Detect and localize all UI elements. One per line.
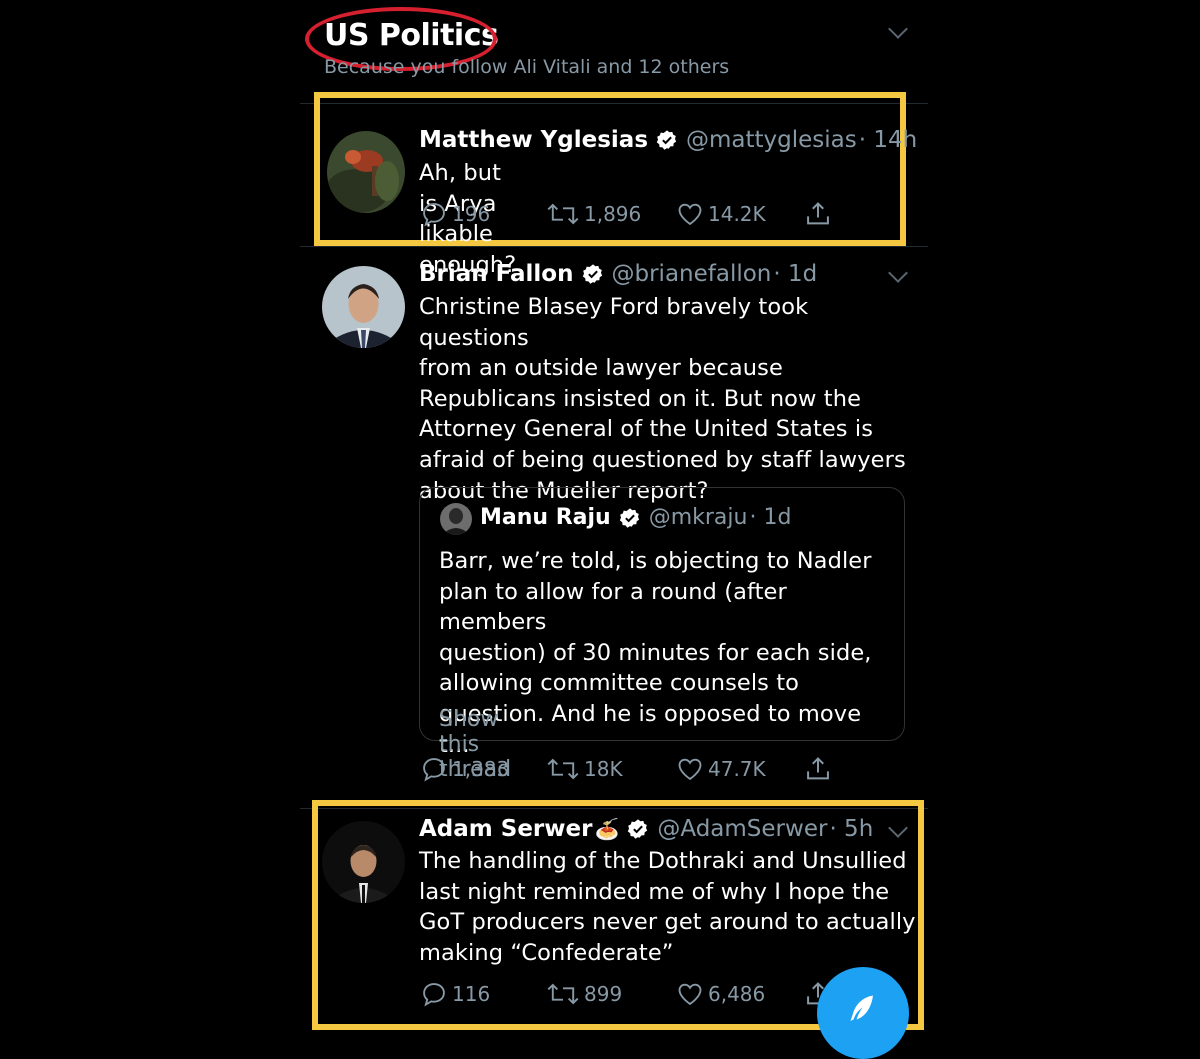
retweet-button[interactable]: 899 (546, 980, 622, 1008)
heart-icon (678, 983, 702, 1006)
reply-count: 196 (452, 202, 491, 226)
tweet-text: Christine Blasey Ford bravely took quest… (419, 294, 906, 504)
reply-button[interactable]: 1,383 (420, 755, 509, 783)
like-count: 14.2K (708, 202, 766, 226)
retweet-icon (547, 983, 579, 1005)
compose-tweet-button[interactable] (817, 967, 909, 1059)
spaghetti-icon: 🍝 (594, 817, 620, 841)
tweet-time: · 1d (773, 261, 818, 287)
author-handle[interactable]: @brianefallon (612, 261, 772, 287)
share-button[interactable] (804, 755, 832, 783)
avatar[interactable] (322, 821, 405, 903)
author-name[interactable]: Adam Serwer (419, 816, 592, 842)
verified-badge-icon (656, 130, 677, 150)
reply-icon (423, 203, 445, 227)
reply-icon (423, 758, 445, 782)
heart-icon (678, 758, 702, 781)
divider (300, 246, 928, 247)
verified-badge-icon (628, 819, 648, 839)
retweet-button[interactable]: 18K (546, 755, 623, 783)
author-name[interactable]: Brian Fallon (419, 261, 574, 287)
tweet-time: · 5h (829, 816, 874, 842)
verified-badge-icon (582, 264, 602, 284)
reply-button[interactable]: 116 (420, 980, 490, 1008)
quote-time: · 1d (749, 505, 792, 530)
like-count: 47.7K (708, 757, 766, 781)
retweet-button[interactable]: 1,896 (546, 200, 641, 228)
share-icon (807, 202, 829, 225)
like-button[interactable]: 6,486 (676, 980, 765, 1008)
reply-count: 116 (452, 982, 491, 1006)
like-button[interactable]: 14.2K (676, 200, 766, 228)
quote-author-handle: @mkraju (648, 505, 748, 530)
heart-icon (678, 203, 702, 226)
retweet-count: 899 (584, 982, 623, 1006)
reply-button[interactable]: 196 (420, 200, 490, 228)
tweet-time: · 14h (858, 127, 918, 153)
like-count: 6,486 (708, 982, 766, 1006)
quote-avatar (440, 503, 472, 535)
like-button[interactable]: 47.7K (676, 755, 766, 783)
retweet-count: 1,896 (584, 202, 642, 226)
retweet-icon (547, 758, 579, 780)
feather-icon (850, 995, 873, 1021)
share-button[interactable] (804, 200, 832, 228)
verified-badge-icon (619, 507, 639, 528)
author-name[interactable]: Matthew Yglesias (419, 127, 648, 153)
tweet-text: The handling of the Dothraki and Unsulli… (419, 848, 916, 966)
author-handle[interactable]: @mattyglesias (686, 127, 857, 153)
quote-author-name: Manu Raju (480, 505, 611, 530)
avatar[interactable] (322, 266, 405, 348)
chevron-down-icon[interactable] (888, 19, 908, 39)
share-icon (807, 757, 829, 780)
topic-subtitle: Because you follow Ali Vitali and 12 oth… (324, 56, 730, 78)
chevron-down-icon[interactable] (888, 263, 908, 283)
author-handle[interactable]: @AdamSerwer (657, 816, 827, 842)
retweet-icon (547, 203, 579, 225)
reply-count: 1,383 (452, 757, 510, 781)
retweet-count: 18K (584, 757, 623, 781)
avatar[interactable] (327, 131, 405, 213)
reply-icon (423, 983, 445, 1007)
